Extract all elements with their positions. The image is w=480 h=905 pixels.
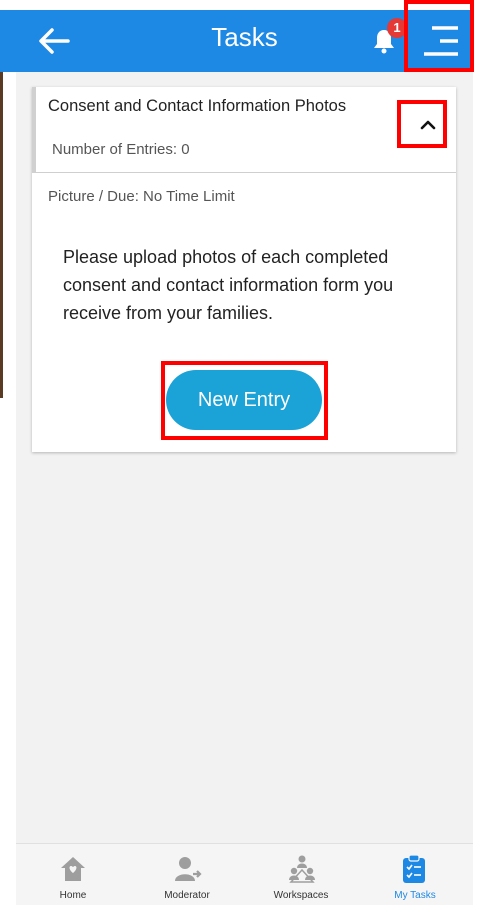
background-edge-blue (0, 10, 16, 72)
nav-item-home[interactable]: Home (16, 844, 130, 905)
highlight-box-collapse (397, 100, 447, 148)
nav-item-my-tasks[interactable]: My Tasks (358, 844, 472, 905)
nav-label-home: Home (59, 890, 87, 901)
background-edge (0, 0, 16, 905)
home-icon (61, 857, 85, 881)
task-title: Consent and Contact Information Photos (48, 97, 347, 115)
task-description: Please upload photos of each completed c… (63, 247, 394, 323)
nav-label-moderator: Moderator (164, 890, 210, 901)
nav-item-moderator[interactable]: Moderator (130, 844, 244, 905)
background-edge-brown (0, 72, 3, 398)
entries-count: Number of Entries: 0 (52, 141, 190, 158)
nav-item-workspaces[interactable]: Workspaces (244, 844, 358, 905)
bottom-navigation: Home Moderator Workspaces My Tasks (16, 843, 473, 905)
task-meta: Picture / Due: No Time Limit (48, 188, 235, 205)
nav-label-my-tasks: My Tasks (394, 890, 436, 901)
workspaces-icon (289, 855, 315, 883)
highlight-box-menu (404, 0, 474, 72)
moderator-icon (175, 857, 202, 881)
task-card-header[interactable]: Consent and Contact Information Photos N… (32, 87, 456, 173)
highlight-box-new-entry (161, 361, 328, 440)
clipboard-icon (403, 854, 425, 883)
nav-label-workspaces: Workspaces (273, 890, 329, 901)
